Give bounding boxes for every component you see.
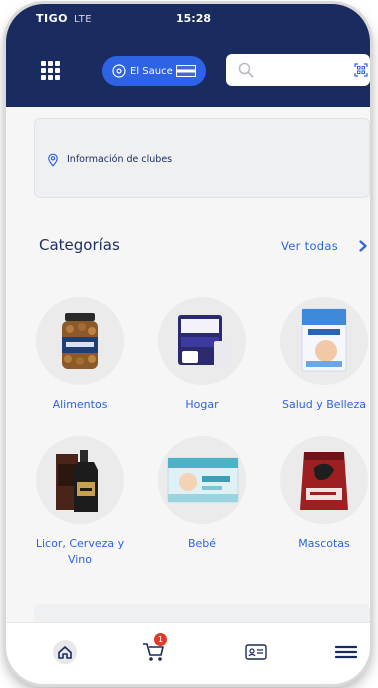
search-icon — [238, 62, 254, 78]
cart-badge: 1 — [154, 633, 167, 646]
see-all-link[interactable]: Ver todas — [281, 239, 338, 253]
club-name: El Sauce — [130, 65, 173, 77]
search-bar[interactable] — [226, 54, 370, 86]
app-header: TIGO LTE 15:28 El Sauce — [6, 4, 370, 107]
clock: 15:28 — [176, 12, 212, 25]
bottom-tab-bar: 1 — [6, 622, 370, 684]
category-label: Bebé — [187, 537, 217, 550]
category-label: Hogar — [185, 398, 219, 411]
diapers-pack-icon — [158, 436, 246, 524]
menu-icon[interactable] — [332, 639, 360, 665]
search-input[interactable] — [262, 60, 346, 82]
club-selector-button[interactable]: El Sauce — [102, 56, 206, 86]
nuts-jar-icon — [36, 297, 124, 385]
carrier-label: TIGO LTE — [36, 12, 93, 25]
category-label: Alimentos — [52, 398, 108, 411]
whisky-bottle-icon — [36, 436, 124, 524]
category-label: Salud y Belleza — [282, 398, 366, 411]
category-item[interactable]: Hogar — [142, 297, 262, 413]
clubs-info-label: Información de clubes — [67, 154, 173, 165]
cotton-box-icon — [280, 297, 368, 385]
location-pin-icon — [112, 64, 126, 78]
membership-card-icon[interactable] — [242, 639, 270, 665]
category-item[interactable]: Licor, Cerveza y Vino — [20, 436, 140, 568]
category-item[interactable]: Salud y Belleza — [264, 297, 370, 413]
category-label: Mascotas — [298, 537, 350, 550]
clubs-info-card[interactable]: Información de clubes — [34, 118, 370, 198]
paper-towels-icon — [158, 297, 246, 385]
category-item[interactable]: Mascotas — [264, 436, 370, 552]
category-item[interactable]: Bebé — [142, 436, 262, 552]
network-label: LTE — [73, 14, 93, 25]
pet-food-bag-icon — [280, 436, 368, 524]
status-bar: TIGO LTE 15:28 — [6, 4, 370, 34]
nicaragua-flag-icon — [176, 65, 196, 77]
categories-title: Categorías — [39, 236, 120, 254]
apps-grid-icon[interactable] — [41, 61, 61, 80]
phone-screen: TIGO LTE 15:28 El Sauce Información de c… — [6, 4, 370, 684]
location-pin-icon — [48, 153, 58, 167]
barcode-scan-icon[interactable] — [354, 63, 368, 77]
category-item[interactable]: Alimentos — [20, 297, 140, 413]
chevron-right-icon[interactable] — [358, 240, 368, 252]
home-icon[interactable] — [51, 639, 79, 665]
category-label: Licor, Cerveza y Vino — [35, 537, 125, 566]
cart-tab[interactable]: 1 — [140, 633, 168, 665]
